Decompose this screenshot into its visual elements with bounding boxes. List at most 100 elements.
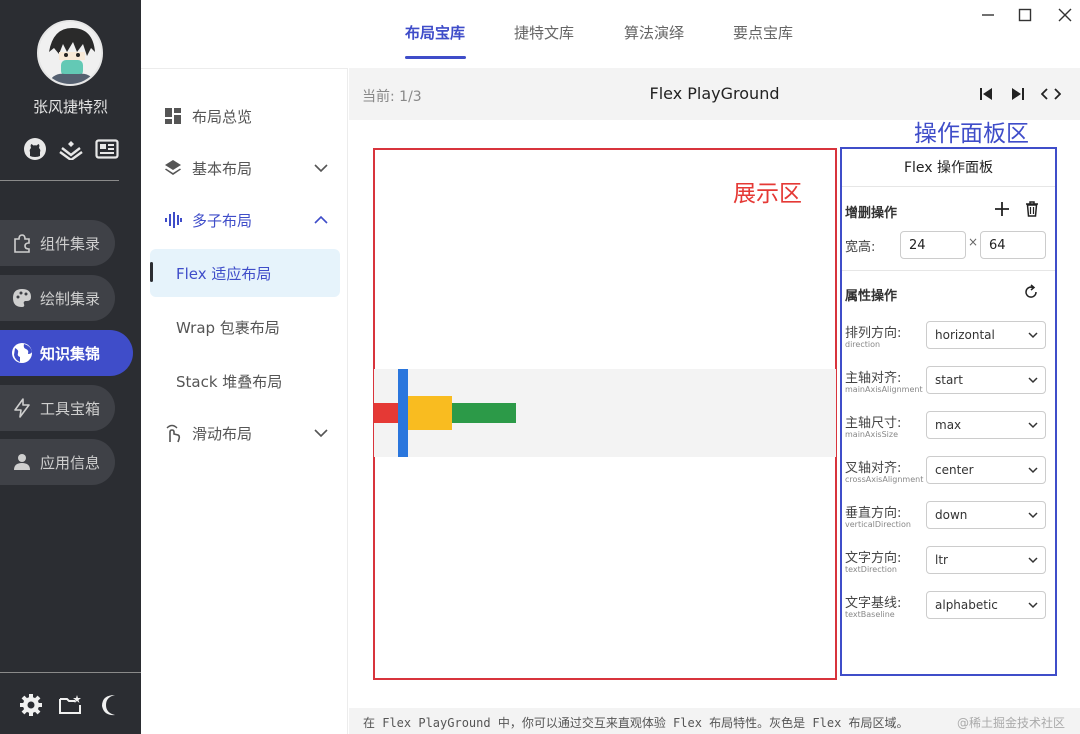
avatar[interactable] [37,20,103,86]
nav-item-wrap-layout[interactable]: Wrap 包裹布局 [141,303,348,351]
folder-star-icon[interactable] [57,692,83,718]
main-axis-size-label: 主轴尺寸: [845,416,902,431]
chevron-down-icon[interactable] [313,160,329,176]
vertical-direction-value: down [935,508,968,522]
left-rail: 张风捷特烈 组件集录 绘制集录 知识集锦 工具宝箱 应用信息 [0,0,141,734]
palette-icon [10,286,34,310]
skip-next-icon[interactable] [1008,84,1028,104]
main-axis-alignment-select[interactable]: start [926,366,1046,394]
flex-child-box[interactable] [408,396,452,430]
gear-icon[interactable] [18,692,44,718]
puzzle-icon [10,231,34,255]
bolt-icon [10,396,34,420]
rail-item-tools[interactable]: 工具宝箱 [0,385,115,431]
nav-item-flex-layout[interactable]: Flex 适应布局 [150,249,340,297]
github-icon[interactable] [22,136,48,162]
nav-item-label: 滑动布局 [192,424,253,443]
nav-item-basic-layout[interactable]: 基本布局 [141,144,348,192]
app-window: 张风捷特烈 组件集录 绘制集录 知识集锦 工具宝箱 应用信息 布局宝库 捷特文库… [0,0,1080,734]
rail-item-label: 应用信息 [40,453,101,472]
nav-item-stack-layout[interactable]: Stack 堆叠布局 [141,357,348,405]
nav-item-layout-overview[interactable]: 布局总览 [141,92,348,140]
chevron-down-icon[interactable] [313,425,329,441]
rail-item-drawing[interactable]: 绘制集录 [0,275,115,321]
person-icon [10,450,34,474]
juejin-icon[interactable] [58,136,84,162]
size-label: 宽高: [845,240,876,255]
direction-select[interactable]: horizontal [926,321,1046,349]
text-direction-sublabel: textDirection [845,565,897,574]
flex-child-box[interactable] [452,403,516,423]
cross-axis-alignment-select[interactable]: center [926,456,1046,484]
page-title: Flex PlayGround [649,84,780,103]
nav-item-label: 基本布局 [192,159,253,178]
chevron-down-icon [1027,419,1039,431]
code-icon[interactable] [1041,84,1061,104]
text-direction-select[interactable]: ltr [926,546,1046,574]
text-baseline-select[interactable]: alphabetic [926,591,1046,619]
chevron-up-icon[interactable] [313,212,329,228]
nav-item-label: 多子布局 [192,211,253,230]
chevron-down-icon [1027,554,1039,566]
direction-value: horizontal [935,328,995,342]
rail-item-app-info[interactable]: 应用信息 [0,439,115,485]
playground-content: 当前: 1/3 Flex PlayGround 展示区 操作面板区 Flex 操… [349,68,1080,734]
globe-icon [10,341,34,365]
chevron-down-icon [1027,599,1039,611]
skip-previous-icon[interactable] [976,84,996,104]
edit-section-title: 增删操作 [845,206,898,221]
article-icon[interactable] [94,136,120,162]
minimize-icon[interactable] [977,4,999,26]
chevron-down-icon [1027,464,1039,476]
close-icon[interactable] [1054,4,1076,26]
waveform-icon [163,210,183,230]
main-axis-size-sublabel: mainAxisSize [845,430,899,439]
cross-axis-alignment-label: 叉轴对齐: [845,461,902,476]
main-axis-alignment-label: 主轴对齐: [845,371,902,386]
selected-item-marker [150,262,153,282]
maximize-icon[interactable] [1014,4,1036,26]
times-symbol: × [968,235,979,249]
rail-item-label: 组件集录 [40,234,101,253]
tab-key-points[interactable]: 要点宝库 [733,22,793,43]
cross-axis-alignment-value: center [935,463,974,477]
username: 张风捷特烈 [32,98,108,116]
main-axis-size-value: max [935,418,962,432]
rail-item-knowledge[interactable]: 知识集锦 [0,330,133,376]
main-axis-size-select[interactable]: max [926,411,1046,439]
rail-item-components[interactable]: 组件集录 [0,220,115,266]
panel-divider [842,270,1055,271]
vertical-direction-select[interactable]: down [926,501,1046,529]
height-input[interactable]: 64 [980,231,1046,259]
nav-item-scroll-layout[interactable]: 滑动布局 [141,409,348,457]
direction-sublabel: direction [845,340,881,349]
nav-item-multi-child-layout[interactable]: 多子布局 [141,196,348,244]
direction-label: 排列方向: [845,326,902,341]
delete-icon[interactable] [1022,199,1042,219]
rail-bottom-actions [18,692,128,718]
text-direction-value: ltr [935,553,948,567]
flex-child-box[interactable] [374,403,398,423]
add-icon[interactable] [992,199,1012,219]
rail-bottom-divider [0,672,141,673]
tab-layout-library[interactable]: 布局宝库 [405,22,465,43]
text-direction-label: 文字方向: [845,551,902,566]
width-input[interactable]: 24 [900,231,966,259]
watermark: @稀土掘金技术社区 [957,716,1066,730]
main-axis-alignment-sublabel: mainAxisAlignment [845,385,923,394]
vertical-direction-sublabel: verticalDirection [845,520,911,529]
layers-icon [163,158,183,178]
vertical-direction-label: 垂直方向: [845,506,902,521]
refresh-icon[interactable] [1021,282,1041,302]
flex-child-box[interactable] [398,369,408,457]
tab-jet-library[interactable]: 捷特文库 [514,22,574,43]
nav-item-label: Stack 堆叠布局 [176,372,283,391]
nav-item-label: Flex 适应布局 [176,264,272,283]
display-area-label: 展示区 [733,181,802,207]
rail-item-label: 工具宝箱 [40,399,101,418]
layout-nav: 布局总览 基本布局 多子布局 Flex 适应布局 Wrap 包裹布局 Stack… [141,68,348,734]
text-baseline-sublabel: textBaseline [845,610,895,619]
nav-item-label: Wrap 包裹布局 [176,318,280,337]
moon-icon[interactable] [96,692,122,718]
tab-algorithms[interactable]: 算法演绎 [624,22,684,43]
